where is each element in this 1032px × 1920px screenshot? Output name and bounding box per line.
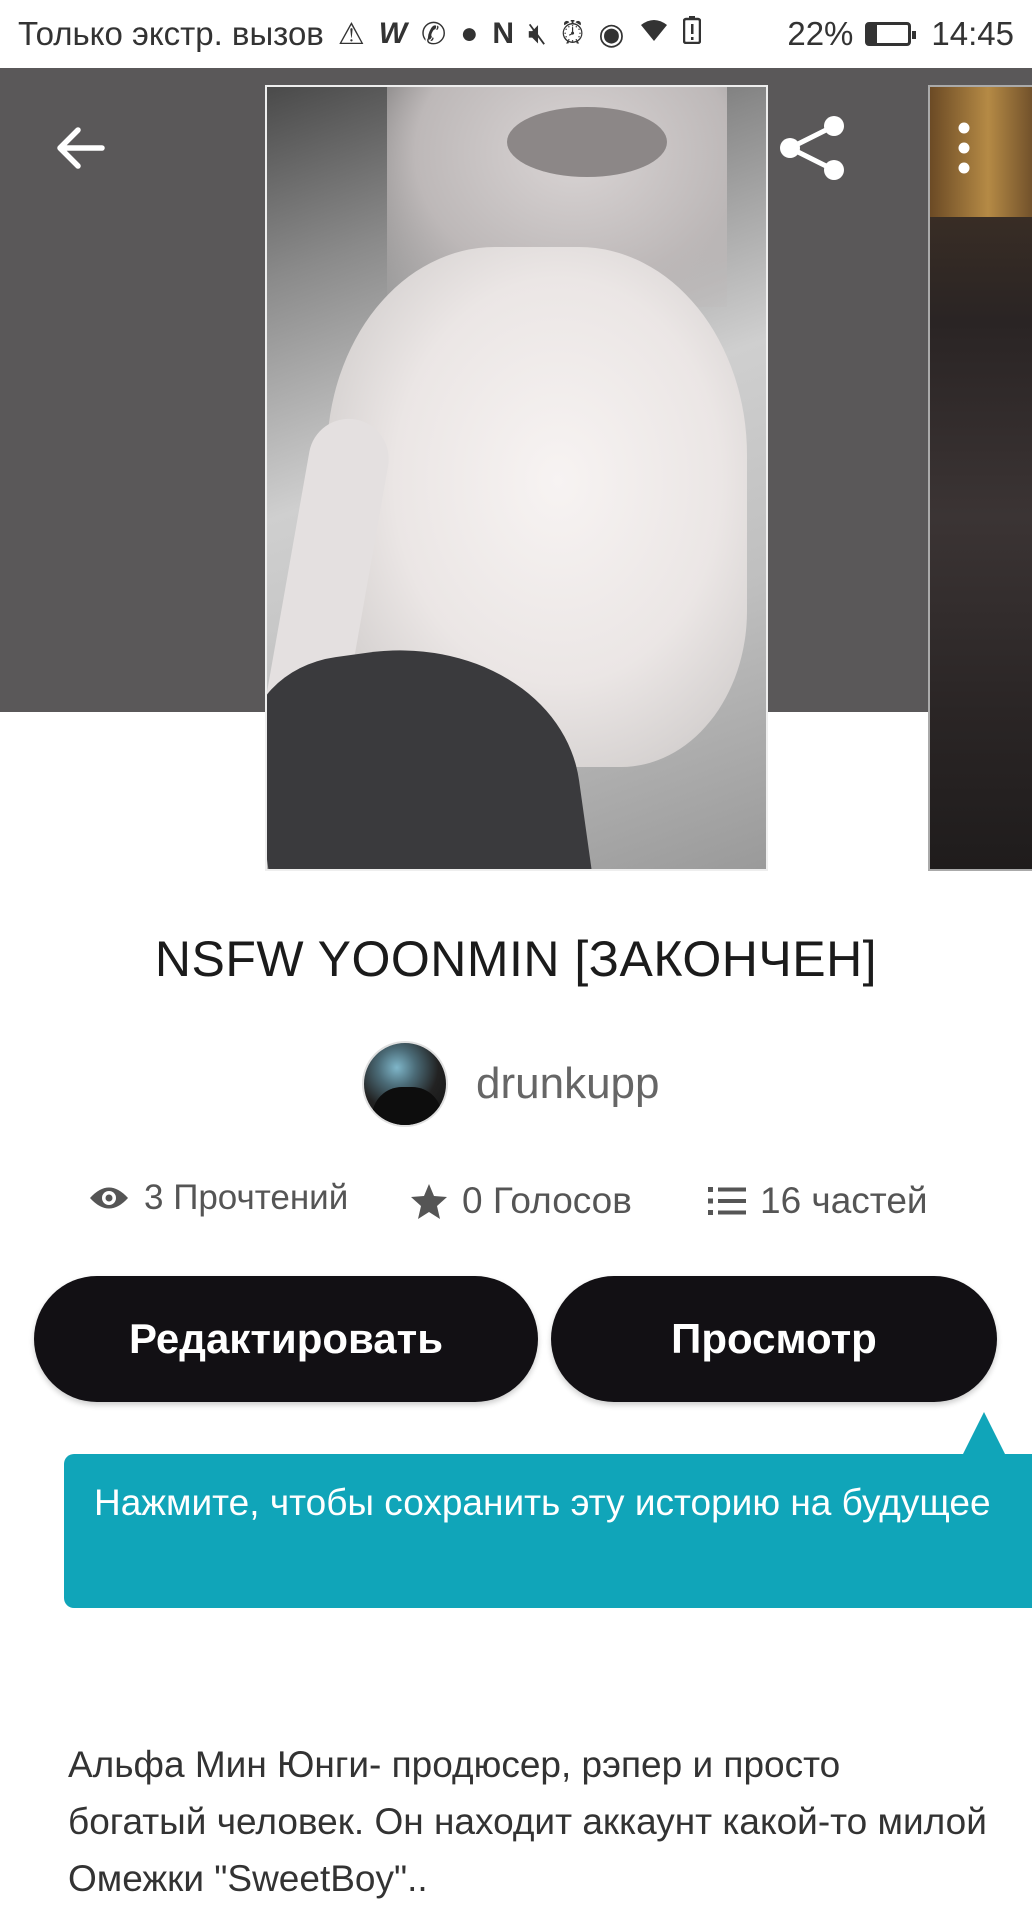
battery-percent: 22% <box>787 15 854 52</box>
author-row[interactable]: drunkupp <box>362 1040 659 1128</box>
status-left: Только экстр. вызов ⚠ W ✆ ● N 🔇︎ ⏰︎ ◉ <box>18 15 787 53</box>
stat-reads: 3 Прочтений <box>88 1178 348 1218</box>
mute-icon: 🔇︎ <box>528 17 547 50</box>
cover-figure-lips <box>507 107 667 177</box>
story-description: Альфа Мин Юнги- продюсер, рэпер и просто… <box>68 1744 987 1899</box>
story-title: NSFW YOONMIN [ЗАКОНЧЕН] <box>154 931 878 987</box>
votes-count: 0 Голосов <box>462 1180 632 1221</box>
avatar-figure <box>372 1087 442 1125</box>
parts-count: 16 частей <box>760 1180 928 1221</box>
status-right: 22% 14:45 <box>787 15 1014 53</box>
battery-icon <box>865 22 917 46</box>
list-icon <box>708 1187 746 1215</box>
story-stats: 3 Прочтений 0 Голосов 16 частей <box>0 1178 1032 1238</box>
arrow-left-icon <box>57 127 105 169</box>
more-options-button[interactable] <box>944 118 984 178</box>
author-name[interactable]: drunkupp <box>476 1059 659 1109</box>
battery-alert-icon <box>682 16 701 52</box>
eye-icon: ◉ <box>598 17 625 51</box>
stat-votes: 0 Голосов <box>410 1180 632 1222</box>
status-bar: Только экстр. вызов ⚠ W ✆ ● N 🔇︎ ⏰︎ ◉ 22… <box>0 0 1032 68</box>
alarm-icon: ⏰︎ <box>560 17 585 50</box>
status-time: 14:45 <box>931 15 1014 52</box>
warning-icon: ⚠ <box>337 17 365 51</box>
status-icons: ⚠ W ✆ ● N 🔇︎ ⏰︎ ◉ <box>338 16 701 52</box>
star-icon <box>411 1184 447 1219</box>
wifi-icon <box>639 17 669 51</box>
save-story-tooltip[interactable]: Нажмите, чтобы сохранить эту историю на … <box>64 1454 1032 1608</box>
share-button[interactable] <box>776 112 848 184</box>
author-avatar[interactable] <box>362 1041 448 1127</box>
reads-count: 3 Прочтений <box>144 1178 349 1217</box>
battery-fill <box>868 25 878 43</box>
more-vertical-icon <box>958 122 970 174</box>
stat-parts: 16 частей <box>708 1180 928 1222</box>
view-button[interactable]: Просмотр <box>551 1276 997 1402</box>
story-cover[interactable] <box>265 85 768 871</box>
w-app-icon: W <box>378 17 408 50</box>
share-icon <box>780 116 844 180</box>
edit-button[interactable]: Редактировать <box>34 1276 538 1402</box>
chat-icon: ● <box>460 17 479 50</box>
next-story-cover[interactable] <box>928 85 1032 871</box>
tooltip-text: Нажмите, чтобы сохранить эту историю на … <box>94 1482 991 1523</box>
viber-icon: ✆ <box>421 17 447 51</box>
nfc-icon: N <box>492 17 515 50</box>
eye-icon <box>90 1187 128 1209</box>
carrier-text: Только экстр. вызов <box>18 15 324 52</box>
tooltip-arrow <box>962 1412 1006 1456</box>
story-details-screen: Только экстр. вызов ⚠ W ✆ ● N 🔇︎ ⏰︎ ◉ 22… <box>0 0 1032 1920</box>
back-button[interactable] <box>50 118 110 178</box>
